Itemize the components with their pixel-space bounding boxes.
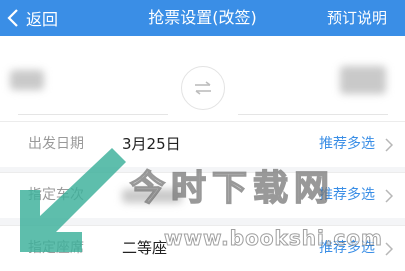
swap-stations-button[interactable]: [181, 66, 225, 110]
chevron-right-icon: [385, 189, 393, 203]
watermark-url: www.bookshi.com: [164, 226, 383, 251]
arrow-down-left-icon: [20, 148, 126, 252]
watermark-text: 今时下载网: [129, 168, 336, 210]
departure-station[interactable]: [10, 70, 44, 90]
chevron-right-icon: [385, 242, 393, 256]
top-nav-bar: 返回 抢票设置(改签) 预订说明: [0, 0, 405, 36]
divider: [238, 114, 388, 115]
booking-info-link[interactable]: 预订说明: [327, 0, 387, 36]
chevron-right-icon: [385, 138, 393, 152]
station-selector: [0, 36, 405, 126]
divider: [18, 114, 168, 115]
arrival-station[interactable]: [340, 66, 386, 94]
swap-arrows-icon: [195, 81, 211, 95]
